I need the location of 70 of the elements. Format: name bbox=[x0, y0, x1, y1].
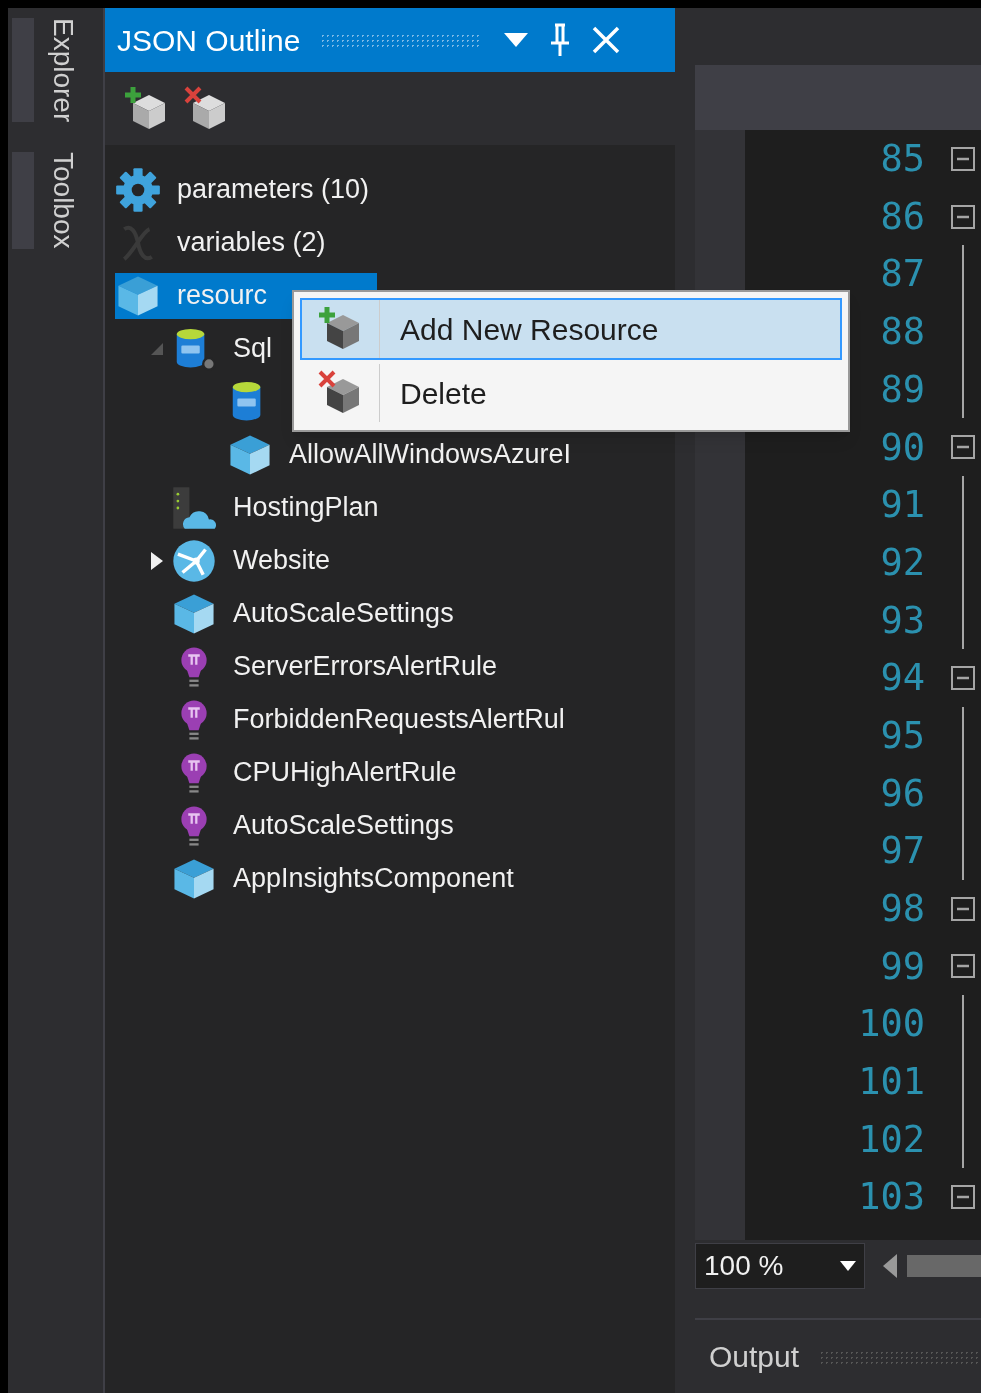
line-number: 86 bbox=[880, 193, 925, 240]
line-number: 93 bbox=[880, 597, 925, 644]
tree-item[interactable]: ForbiddenRequestsAlertRul bbox=[171, 696, 565, 743]
line-number: 97 bbox=[880, 828, 925, 875]
tree-item[interactable]: Sql bbox=[171, 325, 273, 372]
tree-item-label: Website bbox=[233, 544, 331, 578]
line-number: 85 bbox=[880, 136, 925, 183]
tree-item[interactable]: AllowAllWindowsAzureI bbox=[227, 431, 572, 478]
panel-title: JSON Outline bbox=[117, 22, 301, 59]
server-cloud-icon bbox=[171, 484, 217, 531]
line-number: 101 bbox=[858, 1059, 925, 1106]
tree-item-label: AppInsightsComponent bbox=[233, 862, 514, 896]
menu-item-label: Delete bbox=[400, 375, 487, 412]
gear-icon bbox=[115, 166, 161, 213]
tree-item-label: CPUHighAlertRule bbox=[233, 756, 457, 790]
tree-item-label: ForbiddenRequestsAlertRul bbox=[233, 703, 565, 737]
line-number: 94 bbox=[880, 655, 925, 702]
tree-item[interactable]: variables (2) bbox=[115, 219, 326, 266]
tree-item[interactable]: AutoScaleSettings bbox=[171, 590, 454, 637]
collapsed-icon[interactable] bbox=[151, 551, 163, 570]
line-number: 102 bbox=[858, 1116, 925, 1163]
line-number: 99 bbox=[880, 943, 925, 990]
collapse-icon[interactable] bbox=[951, 666, 975, 691]
tree-item[interactable]: HostingPlan bbox=[171, 484, 379, 531]
tree-item-label: AutoScaleSettings bbox=[233, 809, 454, 843]
line-number: 100 bbox=[858, 1001, 925, 1048]
line-number: 95 bbox=[880, 712, 925, 759]
dropdown-caret-icon[interactable] bbox=[504, 33, 529, 47]
line-number: 87 bbox=[880, 251, 925, 298]
tree-item-label: ServerErrorsAlertRule bbox=[233, 650, 498, 684]
tree-item-label: Sql bbox=[233, 332, 273, 366]
tree-item-label: AutoScaleSettings bbox=[233, 597, 454, 631]
menu-item[interactable]: Add New Resource bbox=[300, 298, 842, 360]
dropdown-caret-icon bbox=[840, 1261, 856, 1271]
horizontal-scrollbar-thumb[interactable] bbox=[907, 1255, 981, 1277]
output-title: Output bbox=[709, 1339, 800, 1375]
collapse-icon[interactable] bbox=[951, 954, 975, 979]
tree-item-label: parameters (10) bbox=[177, 173, 370, 207]
line-number: 88 bbox=[880, 309, 925, 356]
collapse-icon[interactable] bbox=[951, 1185, 975, 1210]
tree-item[interactable]: parameters (10) bbox=[115, 166, 370, 213]
tree-item[interactable]: ServerErrorsAlertRule bbox=[171, 643, 498, 690]
collapse-icon[interactable] bbox=[951, 435, 975, 460]
collapse-icon[interactable] bbox=[951, 146, 975, 171]
tree-item-label: resourc bbox=[177, 279, 268, 313]
panel-splitter[interactable] bbox=[675, 8, 695, 1393]
collapse-icon[interactable] bbox=[951, 204, 975, 229]
line-number: 103 bbox=[858, 1174, 925, 1221]
tree-item-label: HostingPlan bbox=[233, 491, 379, 525]
menu-item-label: Add New Resource bbox=[400, 311, 659, 348]
tree-item-label: AllowAllWindowsAzureI bbox=[289, 438, 572, 472]
side-tab[interactable]: Toolbox bbox=[42, 152, 84, 249]
globe-icon bbox=[171, 537, 217, 584]
tree-item[interactable]: CPUHighAlertRule bbox=[171, 749, 457, 796]
scroll-left-icon[interactable] bbox=[883, 1254, 897, 1278]
line-number: 96 bbox=[880, 770, 925, 817]
line-number: 92 bbox=[880, 539, 925, 586]
side-tab[interactable]: Explorer bbox=[42, 18, 84, 123]
tree-item-label: variables (2) bbox=[177, 226, 326, 260]
tree-item[interactable]: AppInsightsComponent bbox=[171, 855, 514, 902]
tree-item[interactable]: AutoScaleSettings bbox=[171, 802, 454, 849]
collapse-icon[interactable] bbox=[951, 896, 975, 921]
line-number: 91 bbox=[880, 482, 925, 529]
line-number: 89 bbox=[880, 366, 925, 413]
line-number: 98 bbox=[880, 886, 925, 933]
tree-item[interactable]: Website bbox=[171, 537, 331, 584]
close-icon[interactable] bbox=[592, 26, 621, 54]
menu-item[interactable]: Delete bbox=[300, 362, 842, 424]
line-number: 90 bbox=[880, 424, 925, 471]
zoom-dropdown[interactable]: 100 % bbox=[695, 1243, 865, 1289]
